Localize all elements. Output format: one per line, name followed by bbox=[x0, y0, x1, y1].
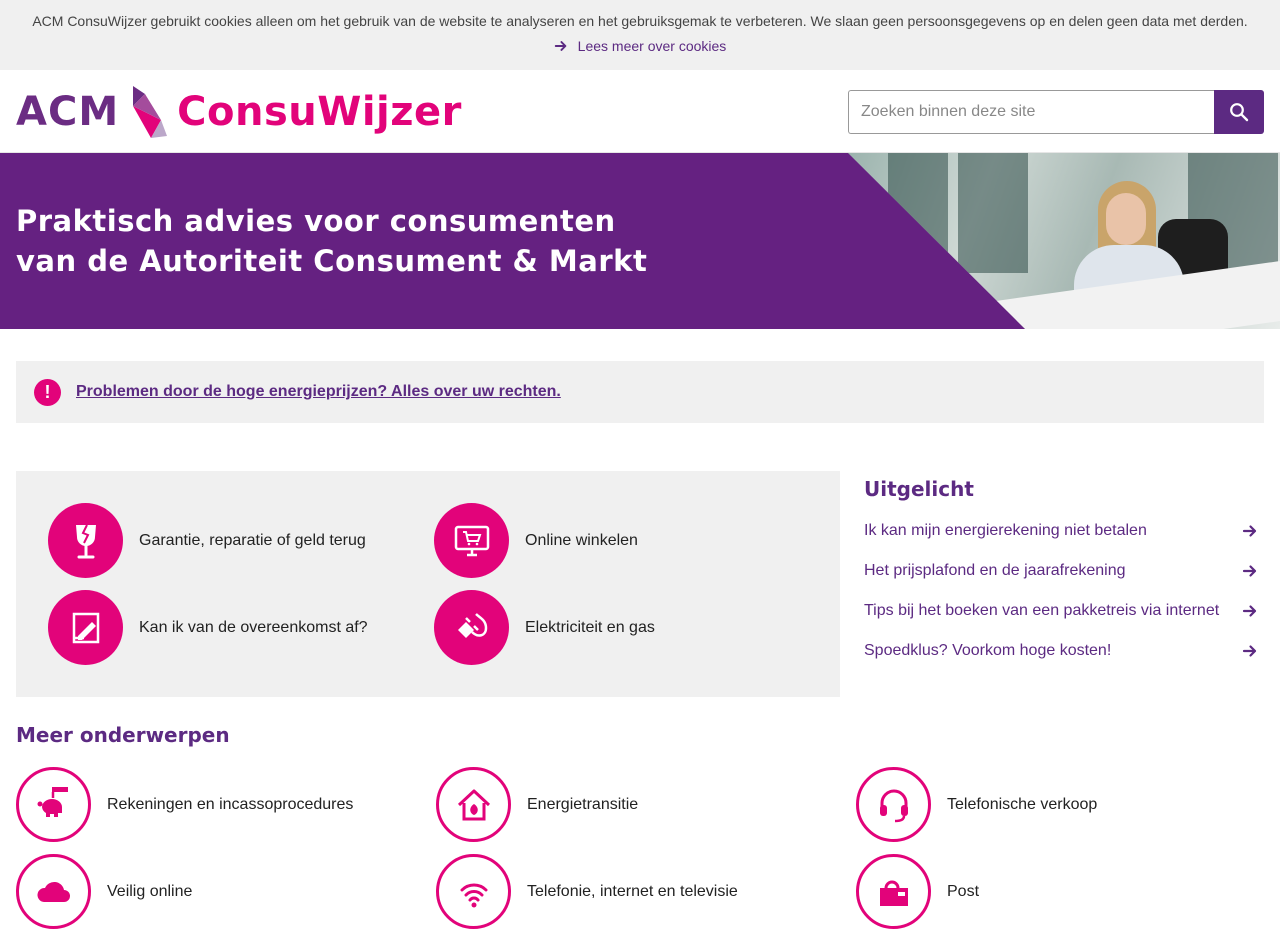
more-topic-label: Rekeningen en incassoprocedures bbox=[107, 795, 354, 813]
more-topic-label: Veilig online bbox=[107, 882, 193, 900]
hero-title-line-2: van de Autoriteit Consument & Markt bbox=[16, 244, 648, 278]
search-input[interactable] bbox=[848, 90, 1214, 134]
search-icon bbox=[1230, 103, 1249, 122]
logo-consuwijzer: ConsuWijzer bbox=[177, 89, 462, 135]
more-topic-rekeningen[interactable]: Rekeningen en incassoprocedures bbox=[16, 767, 353, 842]
site-logo[interactable]: ACM ConsuWijzer bbox=[16, 85, 462, 139]
featured-item[interactable]: Spoedklus? Voorkom hoge kosten! bbox=[864, 631, 1264, 671]
featured-item[interactable]: Ik kan mijn energierekening niet betalen bbox=[864, 511, 1264, 551]
search-form bbox=[848, 90, 1264, 134]
green-house-icon bbox=[457, 789, 490, 820]
cookie-text: ACM ConsuWijzer gebruikt cookies alleen … bbox=[32, 13, 1248, 29]
cloud-lock-icon bbox=[36, 881, 70, 902]
more-topic-telefonische-verkoop[interactable]: Telefonische verkoop bbox=[856, 767, 1097, 842]
energy-alert: ! Problemen door de hoge energieprijzen?… bbox=[16, 361, 1264, 423]
hero-title: Praktisch advies voor consumenten van de… bbox=[16, 201, 647, 281]
headset-icon bbox=[879, 789, 908, 822]
more-topic-veilig-online[interactable]: Veilig online bbox=[16, 854, 192, 929]
more-topic-label: Telefonische verkoop bbox=[947, 795, 1098, 813]
more-topic-energietransitie[interactable]: Energietransitie bbox=[436, 767, 638, 842]
featured-title: Uitgelicht bbox=[864, 477, 974, 501]
arrow-right-icon bbox=[1242, 645, 1257, 657]
more-topics-title: Meer onderwerpen bbox=[16, 723, 230, 747]
mailbox-icon bbox=[879, 880, 908, 906]
alert-link[interactable]: Problemen door de hoge energieprijzen? A… bbox=[76, 383, 561, 401]
piggy-bank-icon bbox=[37, 786, 68, 817]
broken-glass-icon bbox=[75, 524, 96, 558]
cookie-more-label: Lees meer over cookies bbox=[577, 38, 727, 54]
topic-overeenkomst[interactable]: Kan ik van de overeenkomst af? bbox=[48, 590, 368, 665]
arrow-right-icon bbox=[1242, 525, 1257, 537]
more-topic-post[interactable]: Post bbox=[856, 854, 979, 929]
featured-item[interactable]: Het prijsplafond en de jaarafrekening bbox=[864, 551, 1264, 591]
monitor-cart-icon bbox=[454, 525, 489, 556]
search-button[interactable] bbox=[1214, 90, 1264, 134]
hero-banner: Praktisch advies voor consumenten van de… bbox=[0, 153, 1280, 329]
more-topic-telefonie[interactable]: Telefonie, internet en televisie bbox=[436, 854, 738, 929]
logo-acm: ACM bbox=[16, 89, 120, 135]
arrow-right-icon bbox=[1242, 605, 1257, 617]
hero-photo bbox=[848, 153, 1280, 329]
more-topic-label: Telefonie, internet en televisie bbox=[527, 882, 738, 900]
cookie-more-link[interactable]: Lees meer over cookies bbox=[554, 38, 727, 54]
alert-icon: ! bbox=[34, 378, 61, 406]
wifi-icon bbox=[460, 883, 487, 907]
logo-mark-icon bbox=[133, 86, 168, 138]
topic-elektriciteit[interactable]: Elektriciteit en gas bbox=[434, 590, 655, 665]
arrow-right-icon bbox=[1242, 565, 1257, 577]
topic-label: Garantie, reparatie of geld terug bbox=[139, 531, 366, 549]
topic-online-winkelen[interactable]: Online winkelen bbox=[434, 503, 638, 578]
more-topic-label: Energietransitie bbox=[527, 795, 639, 813]
hero-title-line-1: Praktisch advies voor consumenten bbox=[16, 204, 616, 238]
featured-section: Uitgelicht Ik kan mijn energierekening n… bbox=[864, 471, 1264, 671]
topic-garantie[interactable]: Garantie, reparatie of geld terug bbox=[48, 503, 366, 578]
arrow-right-icon bbox=[554, 41, 567, 51]
topic-label: Elektriciteit en gas bbox=[525, 618, 655, 636]
main-topics: Garantie, reparatie of geld terug Online… bbox=[16, 471, 840, 697]
site-header: ACM ConsuWijzer bbox=[0, 70, 1280, 153]
cookie-banner: ACM ConsuWijzer gebruikt cookies alleen … bbox=[0, 0, 1280, 70]
plug-icon bbox=[457, 612, 487, 638]
contract-icon bbox=[72, 612, 99, 643]
more-topic-label: Post bbox=[947, 882, 980, 900]
topic-label: Kan ik van de overeenkomst af? bbox=[139, 618, 368, 636]
featured-item[interactable]: Tips bij het boeken van een pakketreis v… bbox=[864, 591, 1264, 631]
topic-label: Online winkelen bbox=[525, 531, 638, 549]
